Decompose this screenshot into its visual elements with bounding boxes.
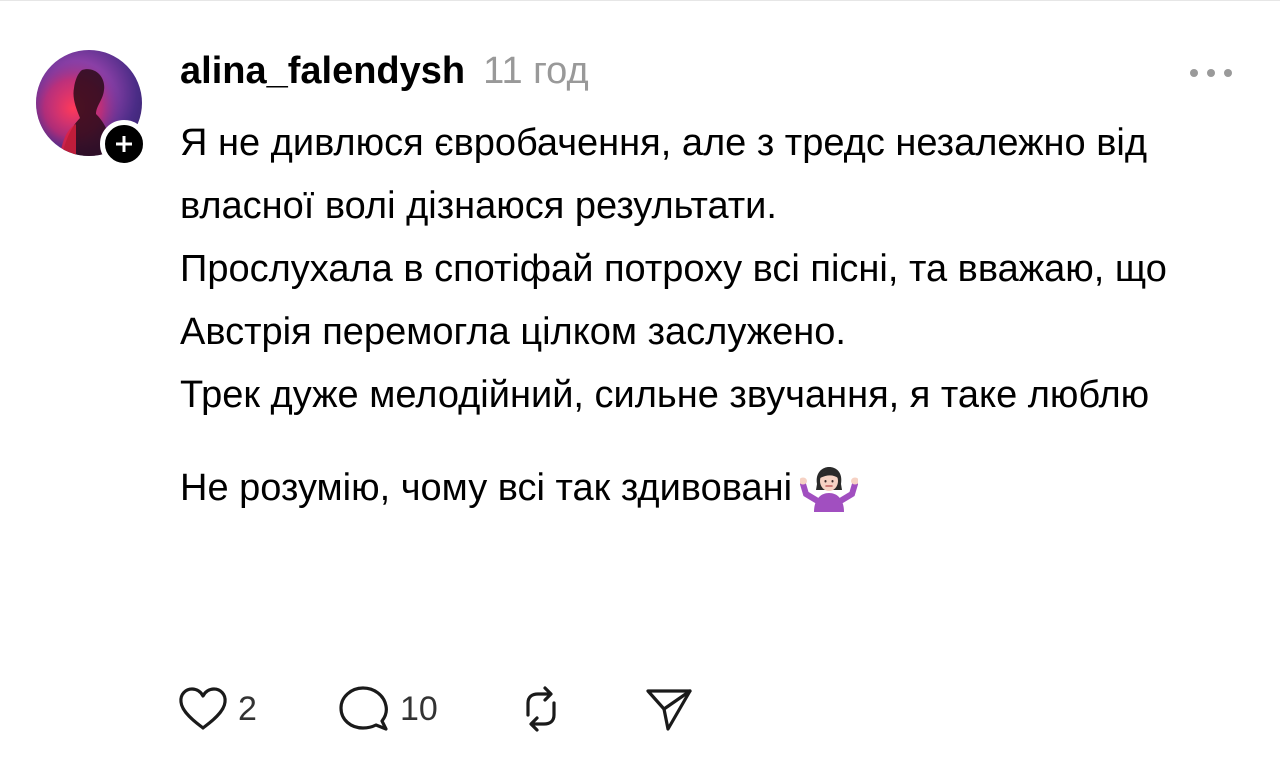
post-paragraph: Трек дуже мелодійний, сильне звучання, я… [180, 374, 1150, 416]
reply-count: 10 [400, 689, 438, 728]
more-horizontal-icon [1190, 69, 1232, 77]
heart-icon [179, 687, 227, 730]
reply-button[interactable]: 10 [338, 685, 516, 733]
username[interactable]: alina_falendysh [180, 50, 465, 93]
share-button[interactable] [644, 685, 694, 733]
more-options-button[interactable] [1186, 58, 1236, 88]
post-time: 11 год [483, 50, 589, 92]
like-count: 2 [238, 689, 257, 728]
repost-icon [526, 686, 556, 732]
post-paragraph-last: Не розумію, чому всі так здивовані [180, 457, 1250, 520]
post-body: Я не дивлюся євробачення, але з тредс не… [180, 112, 1250, 520]
post-last-text: Не розумію, чому всі так здивовані [180, 467, 793, 509]
plus-icon [116, 136, 132, 152]
repost-button[interactable] [516, 685, 566, 733]
like-button[interactable]: 2 [178, 686, 278, 732]
woman-shrugging-emoji-icon [800, 466, 859, 512]
post-paragraph: Прослухала в спотіфай потроху всі пісні,… [180, 248, 1167, 353]
action-bar: 2 10 [178, 683, 694, 735]
avatar-container[interactable] [36, 50, 148, 168]
comment-icon [339, 686, 388, 731]
follow-button[interactable] [100, 120, 148, 168]
top-divider [0, 0, 1280, 1]
send-icon [646, 689, 692, 731]
post-paragraph: Я не дивлюся євробачення, але з тредс не… [180, 122, 1147, 227]
post-header: alina_falendysh 11 год [180, 50, 589, 98]
